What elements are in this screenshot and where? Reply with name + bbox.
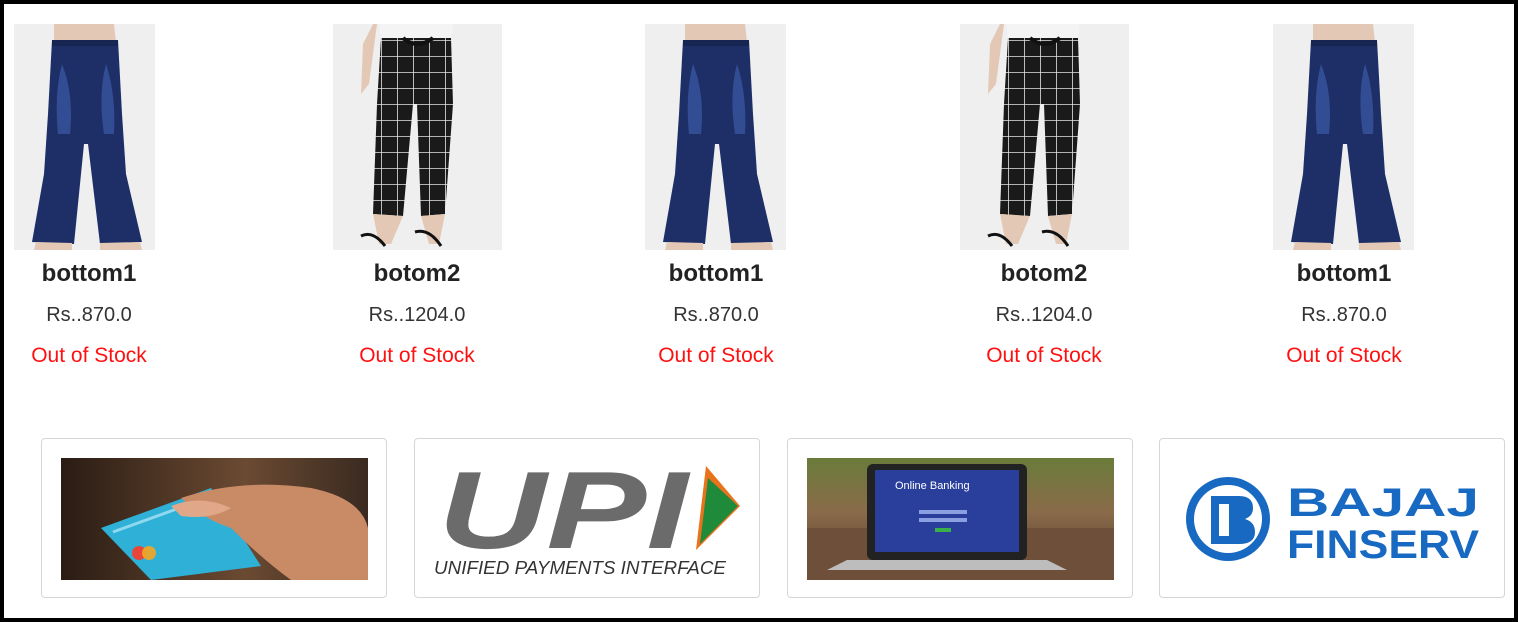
online-banking-text: Online Banking bbox=[895, 480, 970, 492]
product-price: Rs..870.0 bbox=[1301, 304, 1387, 326]
product-name: bottom1 bbox=[668, 260, 764, 287]
product-price: Rs..1204.0 bbox=[995, 304, 1093, 326]
product-image-flared-jeans[interactable] bbox=[645, 24, 786, 250]
out-of-stock-label[interactable]: Out of Stock bbox=[317, 344, 517, 368]
net-banking-image: Online Banking bbox=[807, 458, 1114, 580]
product-grid: bottom1 Rs..870.0 Out of Stock botom2 Rs… bbox=[4, 24, 1518, 384]
upi-logo-text: UPI bbox=[438, 458, 691, 572]
bajaj-finserv-logo: BAJAJ FINSERV bbox=[1179, 458, 1486, 580]
product-image-flared-jeans[interactable] bbox=[14, 24, 155, 250]
product-image-checked-trousers[interactable] bbox=[960, 24, 1129, 250]
product-name: botom2 bbox=[373, 260, 461, 287]
upi-caption: UNIFIED PAYMENTS INTERFACE bbox=[434, 558, 727, 578]
bajaj-text: BAJAJ bbox=[1287, 481, 1479, 525]
product-name: botom2 bbox=[1000, 260, 1088, 287]
out-of-stock-label[interactable]: Out of Stock bbox=[616, 344, 816, 368]
payment-option-card[interactable]: Online Banking bbox=[787, 438, 1133, 598]
payment-option-card[interactable]: UPI UNIFIED PAYMENTS INTERFACE bbox=[414, 438, 760, 598]
out-of-stock-label[interactable]: Out of Stock bbox=[1244, 344, 1444, 368]
upi-logo: UPI UNIFIED PAYMENTS INTERFACE bbox=[434, 458, 741, 580]
page-frame: bottom1 Rs..870.0 Out of Stock botom2 Rs… bbox=[0, 0, 1518, 622]
out-of-stock-label[interactable]: Out of Stock bbox=[944, 344, 1144, 368]
payment-option-card[interactable]: BAJAJ FINSERV bbox=[1159, 438, 1505, 598]
product-image-checked-trousers[interactable] bbox=[333, 24, 502, 250]
product-price: Rs..870.0 bbox=[673, 304, 759, 326]
payment-option-card[interactable] bbox=[41, 438, 387, 598]
product-image-flared-jeans[interactable] bbox=[1273, 24, 1414, 250]
out-of-stock-label[interactable]: Out of Stock bbox=[0, 344, 189, 368]
product-price: Rs..1204.0 bbox=[368, 304, 466, 326]
finserv-text: FINSERV bbox=[1287, 523, 1479, 567]
credit-card-image bbox=[61, 458, 368, 580]
product-price: Rs..870.0 bbox=[46, 304, 132, 326]
product-name: bottom1 bbox=[1296, 260, 1392, 287]
product-name: bottom1 bbox=[41, 260, 137, 287]
